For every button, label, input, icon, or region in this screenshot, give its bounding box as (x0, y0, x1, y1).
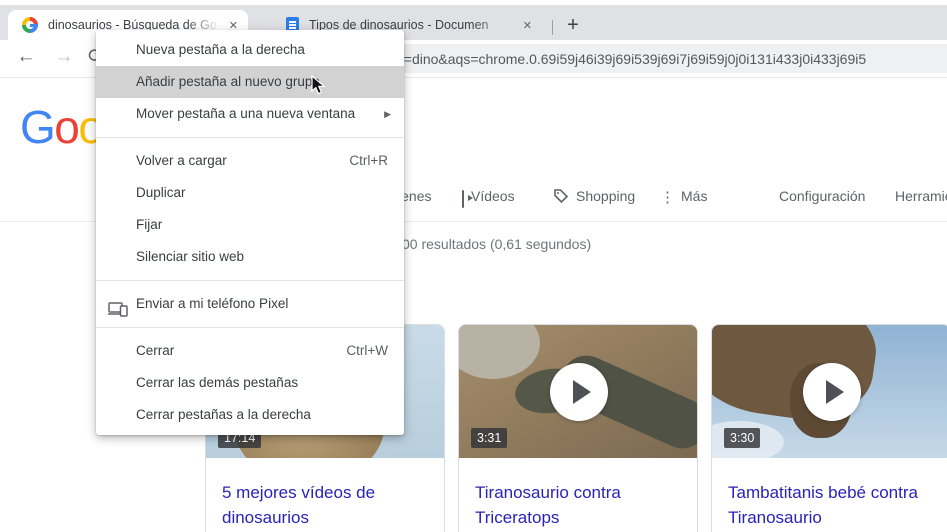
tools-link[interactable]: Herramientas (895, 188, 947, 204)
url-text: q=dino&aqs=chrome.0.69i59j46i39j69i539j6… (396, 51, 867, 67)
thumbnail-boulder (459, 325, 540, 379)
play-button-icon[interactable] (550, 363, 608, 421)
duration-badge: 3:30 (724, 428, 761, 448)
tab-label: Shopping (576, 188, 636, 204)
video-title-link[interactable]: Tiranosaurio contra Triceratops (459, 458, 697, 530)
menu-item-new-tab-right[interactable]: Nueva pestaña a la derecha (96, 34, 404, 66)
menu-item-add-tab-to-group[interactable]: Añadir pestaña al nuevo grupo (96, 66, 404, 98)
tab-divider (552, 20, 553, 35)
menu-item-label: Mover pestaña a una nueva ventana (136, 106, 356, 121)
menu-item-label: Añadir pestaña al nuevo grupo (136, 74, 320, 89)
menu-item-reload[interactable]: Volver a cargar Ctrl+R (96, 145, 404, 177)
tab-shopping[interactable]: Shopping (553, 188, 635, 207)
menu-item-label: Fijar (136, 217, 163, 232)
forward-icon: → (54, 46, 74, 67)
video-title-link[interactable]: 5 mejores vídeos de dinosaurios (206, 458, 444, 530)
back-icon[interactable]: ← (12, 43, 40, 71)
menu-item-close-other-tabs[interactable]: Cerrar las demás pestañas (96, 367, 404, 399)
menu-item-pin[interactable]: Fijar (96, 209, 404, 241)
video-icon (462, 190, 464, 208)
submenu-arrow-icon: ▶ (384, 109, 391, 119)
menu-shortcut: Ctrl+W (346, 343, 388, 358)
menu-separator (96, 327, 404, 328)
menu-item-close[interactable]: Cerrar Ctrl+W (96, 335, 404, 367)
menu-item-label: Cerrar pestañas a la derecha (136, 407, 311, 422)
browser-window: dinosaurios - Búsqueda de Go ✕ Tipos de … (0, 0, 947, 532)
tab-label: Más (681, 188, 708, 204)
tab-videos[interactable]: Vídeos (462, 188, 515, 208)
play-button-icon[interactable] (803, 363, 861, 421)
logo-letter: o (54, 101, 80, 153)
tab-label: Vídeos (471, 188, 515, 204)
video-title-link[interactable]: Tambatitanis bebé contra Tiranosaurio (712, 458, 947, 530)
shopping-tag-icon (553, 188, 569, 207)
menu-item-label: Cerrar (136, 343, 175, 358)
menu-item-label: Nueva pestaña a la derecha (136, 42, 305, 57)
tools-label: Herramientas (895, 188, 947, 204)
menu-item-send-to-device[interactable]: Enviar a mi teléfono Pixel (96, 288, 404, 320)
menu-separator (96, 137, 404, 138)
tab-mas[interactable]: ⋮ Más (660, 188, 707, 206)
video-card[interactable]: 3:30 Tambatitanis bebé contra Tiranosaur… (711, 324, 947, 532)
menu-item-duplicate[interactable]: Duplicar (96, 177, 404, 209)
video-thumbnail[interactable]: 3:30 (712, 325, 947, 458)
more-dots-icon: ⋮ (660, 189, 675, 206)
menu-item-mute-site[interactable]: Silenciar sitio web (96, 241, 404, 273)
logo-letter: G (20, 101, 56, 153)
menu-separator (96, 280, 404, 281)
mouse-cursor-icon (311, 74, 327, 102)
devices-icon (108, 297, 128, 329)
video-thumbnail[interactable]: 3:31 (459, 325, 697, 458)
tab-context-menu: Nueva pestaña a la derecha Añadir pestañ… (96, 30, 404, 435)
new-tab-button[interactable]: + (560, 12, 586, 38)
menu-item-label: Silenciar sitio web (136, 249, 245, 264)
close-tab-icon[interactable]: ✕ (519, 19, 542, 32)
results-stats: 00 resultados (0,61 segundos) (402, 236, 592, 252)
settings-link[interactable]: Configuración (779, 188, 865, 204)
menu-item-label: Volver a cargar (136, 153, 227, 168)
menu-item-move-tab-to-window[interactable]: Mover pestaña a una nueva ventana ▶ (96, 98, 404, 130)
menu-shortcut: Ctrl+R (349, 153, 388, 168)
menu-item-label: Enviar a mi teléfono Pixel (136, 296, 289, 311)
menu-item-close-tabs-right[interactable]: Cerrar pestañas a la derecha (96, 399, 404, 431)
duration-badge: 3:31 (471, 428, 508, 448)
menu-item-label: Duplicar (136, 185, 186, 200)
video-card[interactable]: 3:31 Tiranosaurio contra Triceratops (458, 324, 698, 532)
google-g-icon (22, 17, 38, 33)
settings-label: Configuración (779, 188, 866, 204)
menu-item-label: Cerrar las demás pestañas (136, 375, 299, 390)
